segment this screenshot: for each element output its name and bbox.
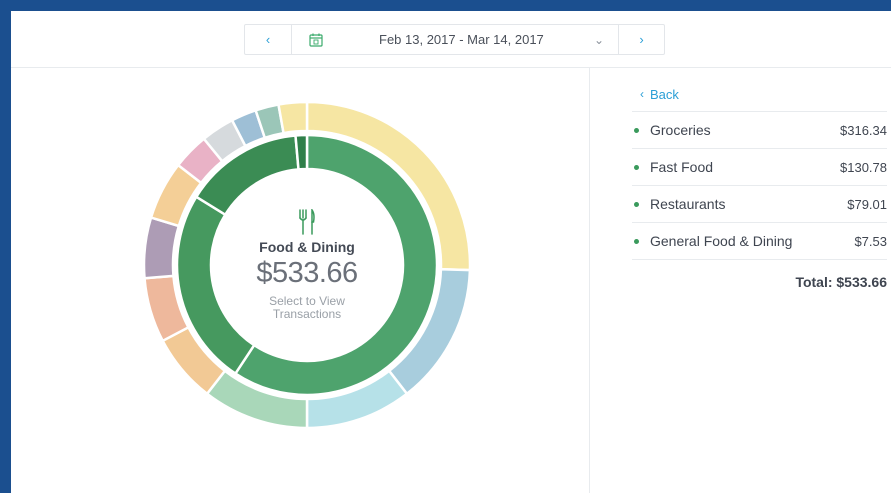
toolbar: ‹ Feb 13, 2017 - Mar 14, 2017 ⌄ › (11, 11, 891, 68)
back-label: Back (650, 86, 679, 102)
chevron-left-icon: ‹ (265, 32, 271, 47)
list-item[interactable]: Restaurants $79.01 (632, 186, 887, 223)
subcategory-amount: $316.34 (840, 122, 887, 138)
subcategory-list: Groceries $316.34 Fast Food $130.78 Rest… (632, 111, 887, 260)
category-breakdown: ‹ Back Groceries $316.34 Fast Food $130.… (632, 83, 887, 290)
outer-ring-segment-7[interactable] (142, 216, 181, 280)
list-item[interactable]: General Food & Dining $7.53 (632, 223, 887, 260)
subcategory-amount: $7.53 (854, 233, 887, 249)
chart-panel: Food & Dining $533.66 Select to View Tra… (11, 67, 590, 493)
fork-knife-icon (299, 209, 315, 235)
total-amount: Total: $533.66 (795, 274, 887, 290)
date-range-dropdown[interactable]: Feb 13, 2017 - Mar 14, 2017 ⌄ (339, 25, 619, 54)
list-item[interactable]: Fast Food $130.78 (632, 149, 887, 186)
subcategory-amount: $130.78 (840, 159, 887, 175)
calendar-icon (308, 33, 323, 47)
next-period-button[interactable]: › (619, 25, 664, 54)
chevron-down-icon: ⌄ (593, 32, 604, 47)
bullet-dot (634, 127, 639, 133)
date-range-picker[interactable]: ‹ Feb 13, 2017 - Mar 14, 2017 ⌄ › (244, 24, 665, 55)
outer-ring-segment-13[interactable] (277, 100, 309, 135)
category-title: Food & Dining (259, 239, 355, 255)
donut-center[interactable]: Food & Dining $533.66 Select to View Tra… (211, 209, 403, 321)
list-item[interactable]: Groceries $316.34 (632, 112, 887, 149)
subcategory-name: Fast Food (650, 159, 714, 175)
subcategory-amount: $79.01 (847, 196, 887, 212)
back-button[interactable]: ‹ Back (632, 83, 887, 105)
bullet-dot (634, 238, 639, 244)
chevron-right-icon: › (639, 32, 644, 47)
chevron-left-icon: ‹ (640, 87, 644, 101)
bullet-dot (634, 164, 639, 170)
subcategory-name: Restaurants (650, 196, 726, 212)
bullet-dot (634, 201, 639, 207)
inner-ring-segment-4[interactable] (294, 133, 309, 171)
calendar-button[interactable] (292, 25, 339, 54)
app-frame: ‹ Feb 13, 2017 - Mar 14, 2017 ⌄ › Food &… (11, 11, 891, 493)
view-transactions-hint[interactable]: Select to View Transactions (211, 295, 403, 321)
date-range-label: Feb 13, 2017 - Mar 14, 2017 (379, 32, 544, 47)
subcategory-name: Groceries (650, 122, 711, 138)
category-amount: $533.66 (256, 257, 358, 289)
subcategory-name: General Food & Dining (650, 233, 793, 249)
hint-line-2: Transactions (272, 307, 342, 321)
prev-period-button[interactable]: ‹ (245, 25, 292, 54)
